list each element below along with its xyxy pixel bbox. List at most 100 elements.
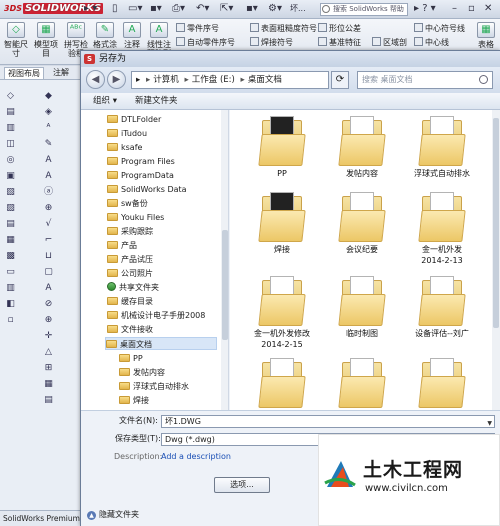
paint-icon[interactable]: ✎ — [42, 138, 55, 151]
add-description-link[interactable]: Add a description — [161, 451, 231, 463]
print-icon[interactable]: ⎙▾ — [172, 3, 185, 16]
folder-item[interactable]: 发帖内容 — [324, 116, 400, 179]
tree-item[interactable]: 文件接收 — [107, 323, 153, 336]
open-file-icon[interactable]: ▭▾ — [128, 3, 142, 16]
undo-icon[interactable]: ↶▾ — [196, 3, 209, 16]
search-input[interactable]: 搜索 桌面文档 — [357, 71, 493, 89]
model-view-icon[interactable]: ▤ — [4, 218, 17, 231]
auto-balloon-small-icon[interactable]: ⊕ — [42, 202, 55, 215]
weld-symbol-button[interactable]: 焊接符号 — [250, 37, 293, 48]
file-grid-scrollbar[interactable] — [492, 110, 500, 410]
file-grid-scroll-thumb[interactable] — [493, 118, 499, 328]
breadcrumb-folder[interactable]: 桌面文档 — [248, 75, 282, 85]
tab-view-layout[interactable]: 视图布局 — [4, 67, 44, 79]
tab-annotation[interactable]: 注解 — [50, 67, 72, 79]
tree-item[interactable]: 采购跟踪 — [107, 225, 153, 238]
help-search-input[interactable]: 搜索 SolidWorks 帮助 — [320, 3, 408, 16]
view-icon[interactable]: ▥ — [4, 122, 17, 135]
folder-item[interactable] — [324, 358, 400, 410]
window-minimize-icon[interactable]: – — [452, 3, 457, 16]
centerline-button[interactable]: 中心线 — [414, 37, 449, 48]
tree-item[interactable]: PP — [119, 352, 143, 365]
window-maximize-icon[interactable]: ▫ — [468, 3, 475, 16]
address-bar[interactable]: ▸ ▸ 计算机 ▸ 工作盘 (E:) ▸ 桌面文档 — [131, 71, 329, 89]
hole-callout-icon[interactable]: ⊔ — [42, 250, 55, 263]
rebuild-icon[interactable]: ▪▾ — [246, 3, 258, 16]
folder-item[interactable]: PP — [244, 116, 320, 179]
tree-item[interactable]: DTLFolder — [107, 113, 161, 126]
new-folder-button[interactable]: 新建文件夹 — [135, 95, 178, 108]
tree-item[interactable]: Program Files — [107, 155, 175, 168]
dimension-alt-icon[interactable]: ◆ — [42, 90, 55, 103]
tree-item[interactable]: iTudou — [107, 127, 147, 140]
folder-item[interactable]: 金一机外发修改 2014-2-15 — [244, 276, 320, 350]
filename-input[interactable]: 坏1.DWG ▼ — [161, 415, 495, 428]
empty-view-icon[interactable]: ▫ — [4, 314, 17, 327]
tree-item[interactable]: 公司照片 — [107, 267, 153, 280]
help-options-icon[interactable]: ▸ ? ▾ — [414, 3, 436, 16]
detail-view-icon[interactable]: ◎ — [4, 154, 17, 167]
home-dropdown-icon[interactable]: ▸ ▾ — [84, 3, 97, 16]
spell-icon[interactable]: ᴬ — [42, 122, 55, 135]
tolerance-small-icon[interactable]: ▢ — [42, 266, 55, 279]
tree-item[interactable]: 共享文件夹 — [107, 281, 159, 294]
folder-item[interactable] — [404, 358, 480, 410]
geometric-tolerance-button[interactable]: 形位公差 — [318, 23, 361, 34]
hide-folders-toggle[interactable]: ▲ 隐藏文件夹 — [87, 509, 139, 521]
dimension-icon[interactable]: ◇ — [4, 90, 17, 103]
tree-item[interactable]: 浮球式自动排水 — [119, 380, 189, 393]
folder-item[interactable]: 焊接 — [244, 192, 320, 255]
revision-icon[interactable]: △ — [42, 346, 55, 359]
section-icon[interactable]: ◫ — [4, 138, 17, 151]
folder-item[interactable]: 设备评估--刘广 — [404, 276, 480, 339]
tree-item-selected[interactable]: 桌面文档 — [105, 337, 217, 350]
options-gear-icon[interactable]: ⚙▾ — [268, 3, 282, 16]
center-mark-small-icon[interactable]: ✛ — [42, 330, 55, 343]
smart-dimension-button[interactable]: ◇ 智能尺 寸 — [3, 22, 29, 58]
new-file-icon[interactable]: ▯ — [112, 3, 118, 16]
predefined-view-icon[interactable]: ◧ — [4, 298, 17, 311]
breadcrumb-computer[interactable]: 计算机 — [153, 75, 179, 85]
datum-feature-button[interactable]: 基准特征 — [318, 37, 361, 48]
folder-item[interactable]: 临时制图 — [324, 276, 400, 339]
note-a-icon[interactable]: A — [42, 154, 55, 167]
tree-item[interactable]: SolidWorks Data — [107, 183, 187, 196]
forward-button[interactable]: ▶ — [107, 70, 126, 89]
back-button[interactable]: ◀ — [86, 70, 105, 89]
area-hatch-button[interactable]: 区域剖 — [372, 37, 407, 48]
broken-view-icon[interactable]: ▧ — [4, 186, 17, 199]
balloon-button[interactable]: 零件序号 — [176, 23, 219, 34]
chamfer-dim-icon[interactable]: ◈ — [42, 106, 55, 119]
tree-item[interactable]: sw备份 — [107, 197, 148, 210]
tree-item[interactable]: 产品 — [107, 239, 137, 252]
breadcrumb-drive[interactable]: 工作盘 (E:) — [192, 75, 235, 85]
standard-view-icon[interactable]: ▭ — [4, 266, 17, 279]
aux-view-icon[interactable]: ▩ — [4, 250, 17, 263]
table-small-icon[interactable]: ▤ — [42, 394, 55, 407]
alt-position-icon[interactable]: ▨ — [4, 202, 17, 215]
tree-item[interactable]: ksafe — [107, 141, 142, 154]
folder-item[interactable]: 金一机外发 2014-2-13 — [404, 192, 480, 266]
tree-item[interactable]: 缓存目录 — [107, 295, 153, 308]
auto-balloon-button[interactable]: 自动零件序号 — [176, 37, 235, 48]
tree-item[interactable]: 发帖内容 — [119, 366, 165, 379]
refresh-icon[interactable]: ⟳ — [331, 71, 349, 89]
note-pattern-icon[interactable]: A — [42, 170, 55, 183]
balloon-small-icon[interactable]: ⓐ — [42, 186, 55, 199]
folder-item[interactable] — [244, 358, 320, 410]
tree-item[interactable]: 产品试压 — [107, 253, 153, 266]
relative-view-icon[interactable]: ▥ — [4, 282, 17, 295]
filename-dropdown-icon[interactable]: ▼ — [487, 418, 492, 429]
save-icon[interactable]: ▪▾ — [150, 3, 162, 16]
surface-finish-button[interactable]: 表面粗糙度符号 — [250, 23, 317, 34]
window-close-icon[interactable]: ✕ — [484, 3, 492, 16]
nav-scrollbar[interactable] — [221, 110, 228, 410]
center-mark-button[interactable]: 中心符号线 — [414, 23, 465, 34]
projected-view-icon[interactable]: ▦ — [4, 234, 17, 247]
tree-item[interactable]: 焊接 — [119, 394, 149, 407]
surface-finish-small-icon[interactable]: √ — [42, 218, 55, 231]
model-items-button[interactable]: ▦ 模型项 目 — [33, 22, 59, 58]
note-button[interactable]: A 注释 — [121, 22, 143, 49]
crop-icon[interactable]: ▣ — [4, 170, 17, 183]
weld-small-icon[interactable]: ⌐ — [42, 234, 55, 247]
